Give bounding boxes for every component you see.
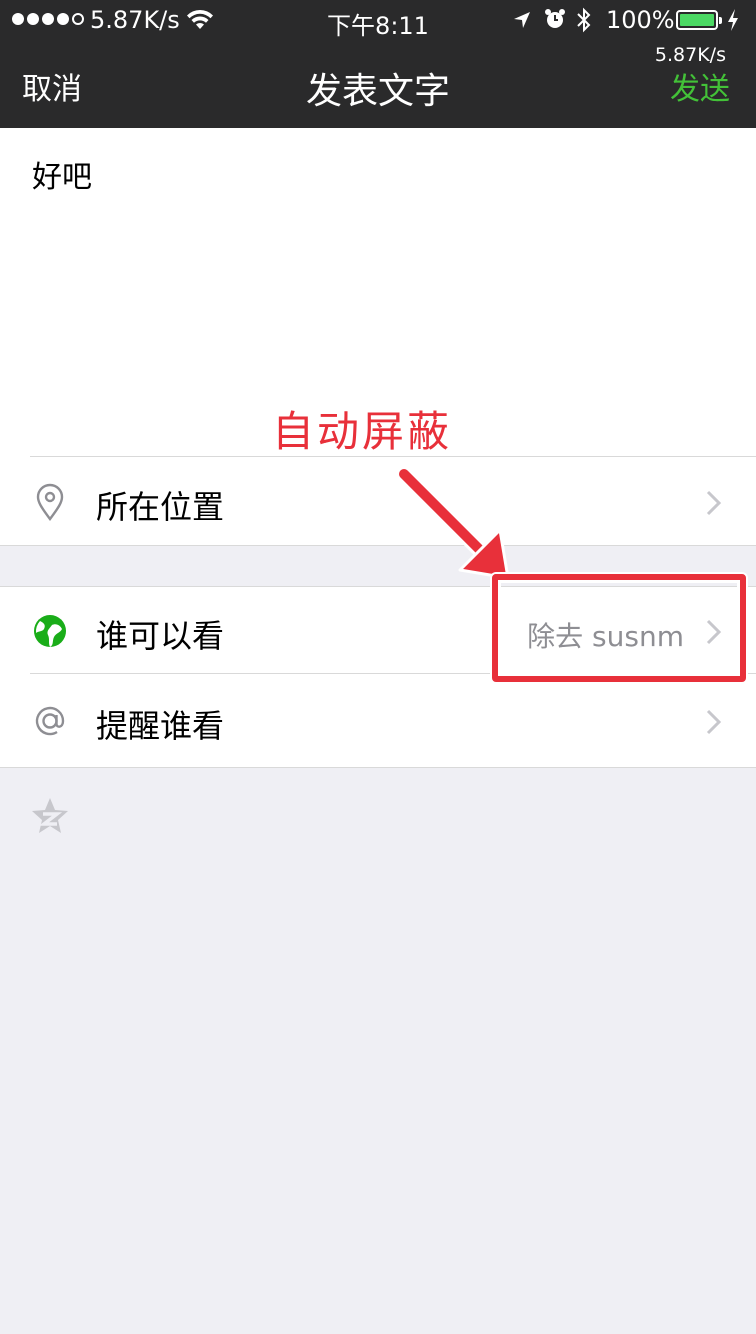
at-icon xyxy=(30,701,70,741)
location-pin-icon xyxy=(30,482,70,522)
status-bar: 5.87K/s 下午8:11 100% xyxy=(0,0,756,40)
chevron-right-icon xyxy=(706,490,722,516)
annotation-arrow xyxy=(396,466,510,580)
annotation-label: 自动屏蔽 xyxy=(272,407,453,456)
annotation-highlight-box xyxy=(492,574,746,682)
navigation-bar: 5.87K/s 下午8:11 100% 5.87K/s 取消 发表文字 发送 xyxy=(0,0,756,128)
send-button[interactable]: 发送 xyxy=(670,64,730,108)
alarm-icon xyxy=(545,9,565,28)
page-title: 发表文字 xyxy=(305,71,450,112)
remind-row[interactable]: 提醒谁看 xyxy=(0,675,756,765)
remind-label: 提醒谁看 xyxy=(96,707,225,745)
battery-percent: 100% xyxy=(606,6,675,34)
location-arrow-icon xyxy=(514,12,530,28)
divider xyxy=(0,545,756,546)
globe-icon xyxy=(30,611,70,651)
location-label: 所在位置 xyxy=(96,488,225,526)
charging-bolt-icon xyxy=(728,9,738,31)
qzone-share-icon[interactable] xyxy=(30,796,70,836)
compose-input[interactable]: 好吧 xyxy=(32,152,92,196)
battery-icon xyxy=(676,10,722,30)
chevron-right-icon xyxy=(706,709,722,735)
visibility-label: 谁可以看 xyxy=(96,617,225,655)
bluetooth-icon xyxy=(577,7,591,33)
location-row[interactable]: 所在位置 xyxy=(0,458,756,545)
